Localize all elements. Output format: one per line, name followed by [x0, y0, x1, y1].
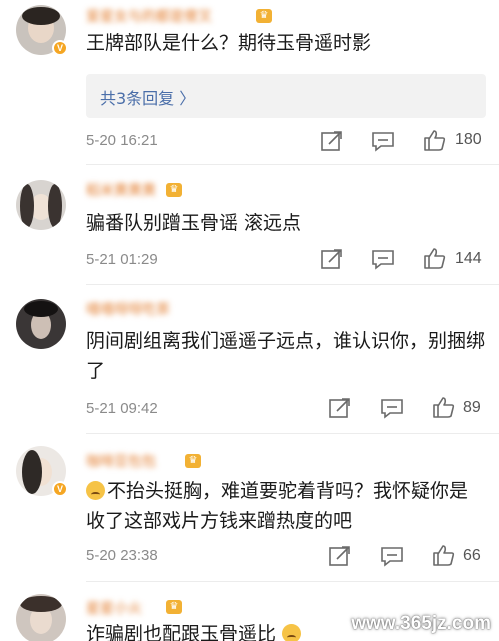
comment-date: 5-21 09:42: [86, 400, 158, 417]
divider: [86, 433, 499, 434]
share-icon[interactable]: [320, 248, 344, 270]
thumbs-up-icon[interactable]: [423, 247, 447, 269]
username[interactable]: 星星小火: [86, 598, 142, 616]
emoji-icon: [86, 481, 105, 500]
username[interactable]: 嘻嘻呀呀吃茶: [86, 299, 170, 317]
crown-badge-icon: ♛: [256, 9, 272, 23]
comment-date: 5-21 01:29: [86, 251, 158, 268]
comment-text: 不抬头挺胸，难道要驼着背吗？我怀疑你是收了这部戏片方钱来蹭热度的吧: [86, 476, 485, 536]
like-count: 144: [455, 250, 482, 267]
watermark: www.365jz.com: [351, 613, 491, 634]
emoji-icon: [282, 624, 302, 641]
avatar[interactable]: [16, 299, 66, 349]
comment-icon[interactable]: [371, 130, 395, 152]
crown-badge-icon: ♛: [166, 183, 182, 197]
share-icon[interactable]: [320, 130, 344, 152]
crown-badge-icon: ♛: [166, 600, 182, 614]
comment-date: 5-20 23:38: [86, 547, 158, 564]
replies-label: 共3条回复 〉: [100, 89, 196, 108]
comment-icon[interactable]: [380, 545, 404, 567]
comment-text-body: 诈骗剧也配跟玉骨遥比: [86, 623, 277, 641]
comment-text: 王牌部队是什么？期待玉骨遥时影: [86, 32, 372, 54]
divider: [86, 581, 499, 582]
like-count: 180: [455, 131, 482, 148]
thumbs-up-icon[interactable]: [432, 396, 456, 418]
like-count: 66: [463, 547, 481, 564]
comment-text: 骗番队别蹭玉骨谣 滚远点: [86, 212, 302, 234]
share-icon[interactable]: [328, 545, 352, 567]
divider: [86, 164, 499, 165]
thumbs-up-icon[interactable]: [423, 129, 447, 151]
username[interactable]: 咖啡豆包包: [86, 451, 156, 469]
username[interactable]: 稻米黄黄黄: [86, 180, 156, 198]
comment-icon[interactable]: [371, 248, 395, 270]
comment-text: 阴间剧组离我们遥遥子远点，谁认识你，别捆绑了: [86, 330, 486, 382]
username[interactable]: 爱星女与的都是傻叉: [86, 6, 212, 24]
verified-badge-icon: V: [52, 40, 68, 56]
avatar[interactable]: [16, 180, 66, 230]
comment-icon[interactable]: [380, 397, 404, 419]
comment-date: 5-20 16:21: [86, 132, 158, 149]
view-replies-button[interactable]: 共3条回复 〉: [86, 74, 486, 118]
avatar[interactable]: [16, 594, 66, 641]
comment-text-body: 不抬头挺胸，难道要驼着背吗？我怀疑你是收了这部戏片方钱来蹭热度的吧: [86, 480, 469, 532]
verified-badge-icon: V: [52, 481, 68, 497]
divider: [86, 284, 499, 285]
like-count: 89: [463, 399, 481, 416]
share-icon[interactable]: [328, 397, 352, 419]
thumbs-up-icon[interactable]: [432, 544, 456, 566]
crown-badge-icon: ♛: [185, 454, 201, 468]
